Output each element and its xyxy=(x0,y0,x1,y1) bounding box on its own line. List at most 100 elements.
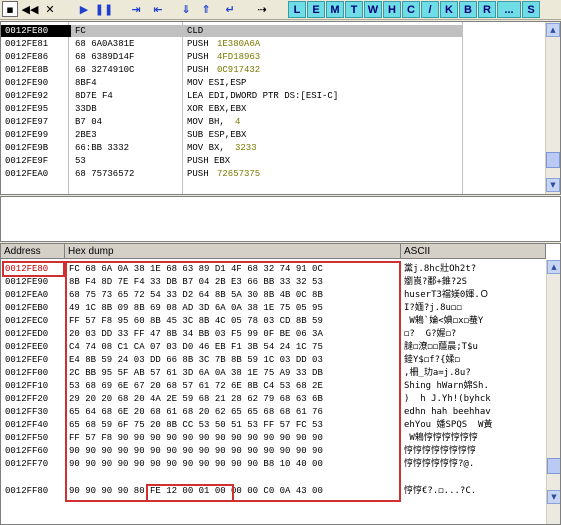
executable-modules-button[interactable]: E xyxy=(307,1,325,18)
run-trace-button[interactable]: ... xyxy=(497,1,521,18)
disasm-address: 0012FEA0 xyxy=(5,169,49,179)
disasm-row[interactable]: 0012FE90 8BF4 MOV ESI,ESP xyxy=(1,77,463,89)
dump-row[interactable]: 0012FE90 8B F4 8D 7E F4 33 DB B7 04 2B E… xyxy=(1,276,546,288)
dump-row[interactable]: 0012FF60 90 90 90 90 90 90 90 90 90 90 9… xyxy=(1,445,546,457)
ascii-column-header[interactable]: ASCII xyxy=(401,244,546,259)
dump-address: 0012FEA0 xyxy=(5,290,49,300)
disasm-address: 0012FE92 xyxy=(5,91,49,101)
cpu-button[interactable]: C xyxy=(402,1,420,18)
dump-row[interactable]: 0012FED0 20 03 DD 33 FF 47 8B 34 BB 03 F… xyxy=(1,328,546,340)
dump-address: 0012FEB0 xyxy=(5,303,49,313)
disassembly-pane[interactable]: 0012FE80 FC CLD 0012FE81 68 6A0A381E PUS… xyxy=(0,21,561,195)
dump-row[interactable]: 0012FF00 2C BB 95 5F AB 57 61 3D 6A 0A 3… xyxy=(1,367,546,379)
dump-hex: 8B F4 8D 7E F4 33 DB B7 04 2B E3 66 BB 3… xyxy=(69,277,323,287)
disasm-row[interactable]: 0012FE9F 53 PUSH EBX xyxy=(1,155,463,167)
disasm-row-current[interactable]: 0012FE80 FC CLD xyxy=(1,25,463,37)
dump-hex: 65 64 68 6E 20 68 61 68 20 62 65 65 68 6… xyxy=(69,407,323,417)
hex-column-header[interactable]: Hex dump xyxy=(65,244,401,259)
disasm-hex: 68 75736572 xyxy=(75,169,135,179)
patches-button[interactable]: / xyxy=(421,1,439,18)
disasm-immediate: 4 xyxy=(235,117,241,127)
stop-icon[interactable]: ▪ xyxy=(2,1,18,17)
run-icon[interactable]: ▶ xyxy=(76,1,92,17)
dump-row[interactable]: 0012FF70 90 90 90 90 90 90 90 90 90 90 9… xyxy=(1,458,546,470)
windows-button[interactable]: W xyxy=(364,1,382,18)
references-button[interactable]: R xyxy=(478,1,496,18)
threads-button[interactable]: T xyxy=(345,1,363,18)
disasm-instruction: PUSH xyxy=(187,65,215,75)
execute-till-return-icon[interactable]: ↵ xyxy=(222,1,238,17)
dump-address: 0012FF60 xyxy=(5,446,49,456)
dump-scrollbar[interactable]: ▲ ▼ xyxy=(546,260,560,524)
dump-row[interactable]: 0012FEF0 E4 8B 59 24 03 DD 66 8B 3C 7B 8… xyxy=(1,354,546,366)
disasm-instruction: PUSH xyxy=(187,52,215,62)
dump-row[interactable]: 0012FEB0 49 1C 8B 09 8B 69 08 AD 3D 6A 0… xyxy=(1,302,546,314)
breakpoints-button[interactable]: B xyxy=(459,1,477,18)
call-stack-button[interactable]: K xyxy=(440,1,458,18)
step-into-icon[interactable]: ⇥ xyxy=(128,1,144,17)
dump-hex: 90 90 90 90 90 90 90 90 90 90 90 90 B8 1… xyxy=(69,459,323,469)
dump-address: 0012FF50 xyxy=(5,433,49,443)
disasm-instruction: PUSH EBX xyxy=(187,156,231,166)
dump-row[interactable]: 0012FEE0 C4 74 08 C1 CA 07 03 D0 46 EB F… xyxy=(1,341,546,353)
disasm-hex: 66:BB 3332 xyxy=(75,143,130,153)
source-button[interactable]: S xyxy=(522,1,540,18)
pause-icon[interactable]: ❚❚ xyxy=(95,1,113,17)
dump-hex: 90 90 90 90 80 FE 12 00 01 00 00 00 C0 0… xyxy=(69,486,323,496)
info-pane xyxy=(0,196,561,242)
go-to-address-icon[interactable]: ⇢ xyxy=(254,1,270,17)
disasm-scrollbar[interactable]: ▲ ▼ xyxy=(545,22,560,194)
disasm-address: 0012FE81 xyxy=(5,39,49,49)
dump-row[interactable]: 0012FF80 90 90 90 90 80 FE 12 00 01 00 0… xyxy=(1,485,546,497)
dump-row[interactable]: 0012FF50 FF 57 F8 90 90 90 90 90 90 90 9… xyxy=(1,432,546,444)
disasm-row[interactable]: 0012FE86 68 6389D14F PUSH 4FD18963 xyxy=(1,51,463,63)
scrollbar-thumb[interactable] xyxy=(546,152,560,168)
dump-hex: C4 74 08 C1 CA 07 03 D0 46 EB F1 3B 54 2… xyxy=(69,342,323,352)
dump-row[interactable]: 0012FF20 29 20 20 68 20 4A 2E 59 68 21 2… xyxy=(1,393,546,405)
dump-row[interactable]: 0012FF10 53 68 69 6E 67 20 68 57 61 72 6… xyxy=(1,380,546,392)
address-column-header[interactable]: Address xyxy=(1,244,65,259)
dump-address: 0012FE80 xyxy=(5,264,49,274)
restart-icon[interactable]: ◀◀ xyxy=(22,1,39,17)
dump-ascii: huserT3襠媄0媈.Ｏ xyxy=(404,290,489,300)
disasm-row[interactable]: 0012FE99 2BE3 SUB ESP,EBX xyxy=(1,129,463,141)
disasm-hex: 33DB xyxy=(75,104,97,114)
dump-ascii: 錴Y$◻f?{媃◻ xyxy=(404,355,460,365)
dump-ascii: ehYou 嬏SPQS W黃 xyxy=(404,420,493,430)
disasm-address: 0012FE99 xyxy=(5,130,49,140)
disasm-hex: FC xyxy=(75,26,86,36)
disasm-row[interactable]: 0012FE95 33DB XOR EBX,EBX xyxy=(1,103,463,115)
disasm-row[interactable]: 0012FE8B 68 3274910C PUSH 0C917432 xyxy=(1,64,463,76)
scroll-down-icon[interactable]: ▼ xyxy=(546,178,560,192)
step-over-icon[interactable]: ⇤ xyxy=(150,1,166,17)
dump-row[interactable]: 0012FEA0 68 75 73 65 72 54 33 D2 64 8B 5… xyxy=(1,289,546,301)
hex-dump-pane[interactable]: Address Hex dump ASCII 0012FE80 FC 68 6A… xyxy=(0,243,561,525)
scroll-down-icon[interactable]: ▼ xyxy=(547,490,560,504)
dump-ascii: 悙悙悙悙悙悙?@. xyxy=(404,459,475,469)
memory-map-button[interactable]: M xyxy=(326,1,344,18)
log-window-button[interactable]: L xyxy=(288,1,306,18)
dump-ascii: 嬼崀?鄱+錐?2S xyxy=(404,277,468,287)
disasm-hex: 2BE3 xyxy=(75,130,97,140)
disasm-row[interactable]: 0012FE9B 66:BB 3332 MOV BX, 3233 xyxy=(1,142,463,154)
dump-row[interactable]: 0012FF30 65 64 68 6E 20 68 61 68 20 62 6… xyxy=(1,406,546,418)
disasm-row[interactable]: 0012FEA0 68 75736572 PUSH 72657375 xyxy=(1,168,463,180)
disasm-row[interactable]: 0012FE81 68 6A0A381E PUSH 1E380A6A xyxy=(1,38,463,50)
dump-row[interactable]: 0012FF40 65 68 59 6F 75 20 8B CC 53 50 5… xyxy=(1,419,546,431)
dump-row[interactable]: 0012FE80 FC 68 6A 0A 38 1E 68 63 89 D1 4… xyxy=(1,263,546,275)
disasm-row[interactable]: 0012FE97 B7 04 MOV BH, 4 xyxy=(1,116,463,128)
disasm-immediate: 4FD18963 xyxy=(217,52,261,62)
disasm-row[interactable]: 0012FE92 8D7E F4 LEA EDI,DWORD PTR DS:[E… xyxy=(1,90,463,102)
dump-hex: 49 1C 8B 09 8B 69 08 AD 3D 6A 0A 38 1E 7… xyxy=(69,303,323,313)
scroll-up-icon[interactable]: ▲ xyxy=(546,23,560,37)
scroll-up-icon[interactable]: ▲ xyxy=(547,260,560,274)
dump-hex: 53 68 69 6E 67 20 68 57 61 72 6E 8B C4 5… xyxy=(69,381,323,391)
disasm-instruction: LEA EDI,DWORD PTR DS:[ESI-C] xyxy=(187,91,339,101)
dump-row[interactable]: 0012FEC0 FF 57 F8 95 60 8B 45 3C 8B 4C 0… xyxy=(1,315,546,327)
trace-over-icon[interactable]: ⇑ xyxy=(198,1,214,17)
scrollbar-thumb[interactable] xyxy=(547,458,560,474)
handles-button[interactable]: H xyxy=(383,1,401,18)
dump-address: 0012FF80 xyxy=(5,486,49,496)
close-icon[interactable]: ✕ xyxy=(42,1,58,17)
trace-into-icon[interactable]: ⇓ xyxy=(178,1,194,17)
